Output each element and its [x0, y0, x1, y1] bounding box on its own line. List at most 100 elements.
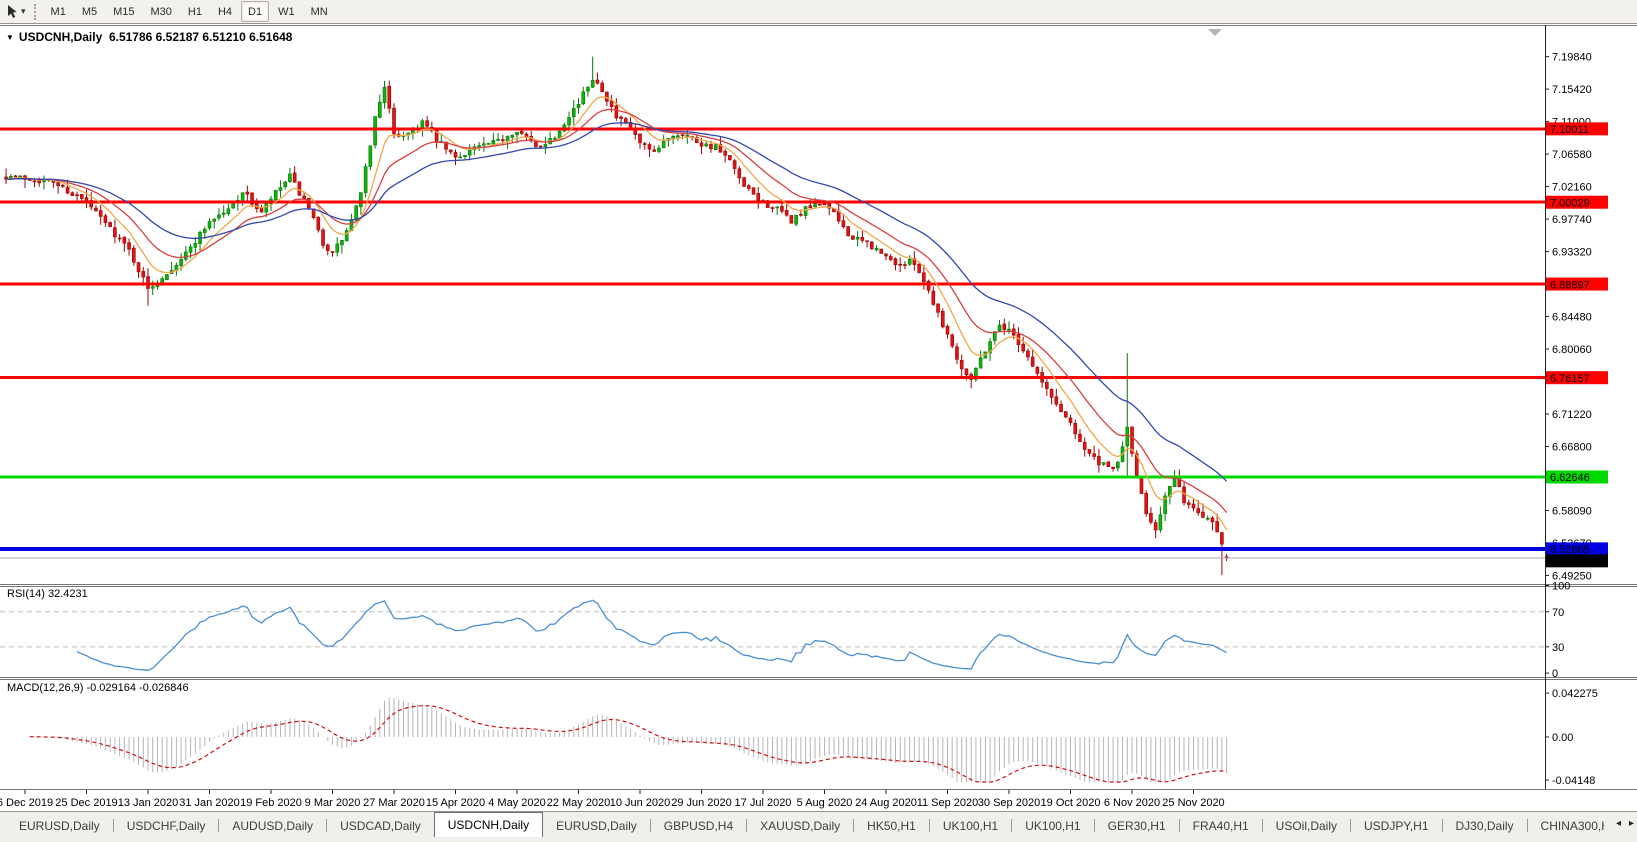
tab-dj30-daily[interactable]: DJ30,Daily [1443, 815, 1527, 837]
tab-xauusd-daily[interactable]: XAUUSD,Daily [747, 815, 853, 837]
date-tick-label: 24 Aug 2020 [855, 797, 917, 809]
price-tick-label: 7.19840 [1552, 52, 1592, 64]
date-tick-label: 22 May 2020 [547, 797, 611, 809]
cursor-tool-icon[interactable] [3, 3, 21, 21]
date-tick-label: 29 Jun 2020 [671, 797, 732, 809]
macd-tick-label: 0.00 [1552, 732, 1573, 744]
ma-fast-line [6, 97, 1227, 530]
price-tick-label: 6.58090 [1552, 505, 1592, 517]
tab-uk100-h1[interactable]: UK100,H1 [1012, 815, 1093, 837]
timeframe-button-m15[interactable]: M15 [106, 1, 141, 22]
date-tick-label: 17 Jul 2020 [735, 797, 792, 809]
chart-window[interactable]: 7.198407.154207.110007.065807.021606.977… [0, 25, 1637, 811]
price-tick-label: 6.97740 [1552, 214, 1592, 226]
tab-fra40-h1[interactable]: FRA40,H1 [1180, 815, 1262, 837]
tab-scroll-left-icon[interactable]: ◂ [1616, 818, 1621, 829]
rsi-tick-label: 0 [1552, 668, 1558, 680]
date-tick-label: 13 Jan 2020 [118, 797, 179, 809]
timeframe-button-m5[interactable]: M5 [75, 1, 104, 22]
date-tick-label: 6 Nov 2020 [1104, 797, 1160, 809]
date-tick-label: 31 Jan 2020 [179, 797, 240, 809]
price-level-label: 7.00029 [1550, 197, 1590, 209]
date-tick-label: 25 Nov 2020 [1162, 797, 1224, 809]
chart-symbol-period: USDCNH,Daily [19, 30, 102, 44]
tab-uk100-h1[interactable]: UK100,H1 [930, 815, 1011, 837]
tab-scroll-controls: ◂ ▸ [1610, 818, 1634, 829]
date-tick-label: 4 May 2020 [488, 797, 545, 809]
price-level-label: 7.10011 [1550, 124, 1589, 136]
macd-indicator-label: MACD(12,26,9) -0.029164 -0.026846 [7, 682, 189, 694]
date-tick-label: 5 Aug 2020 [797, 797, 853, 809]
autoscroll-marker-icon[interactable] [1208, 29, 1222, 36]
date-tick-label: 30 Sep 2020 [978, 797, 1040, 809]
macd-tick-label: 0.042275 [1552, 688, 1598, 700]
price-tick-label: 6.71220 [1552, 409, 1592, 421]
tab-ger30-h1[interactable]: GER30,H1 [1095, 815, 1179, 837]
rsi-tick-label: 100 [1552, 581, 1570, 593]
price-level-label: 6.88897 [1550, 279, 1590, 291]
tab-gbpusd-h4[interactable]: GBPUSD,H4 [651, 815, 746, 837]
rsi-indicator-label: RSI(14) 32.4231 [7, 588, 88, 600]
tab-usoil-daily[interactable]: USOil,Daily [1263, 815, 1350, 837]
timeframe-toolbar: ▾ M1M5M15M30H1H4D1W1MN [0, 0, 1637, 24]
price-tick-label: 6.84480 [1552, 312, 1592, 324]
macd-histogram [30, 698, 1227, 782]
date-tick-label: 6 Dec 2019 [0, 797, 53, 809]
date-tick-label: 19 Oct 2020 [1041, 797, 1101, 809]
macd-panel: 0.042275 0.00 -0.04148 [30, 688, 1598, 787]
price-tick-label: 6.93320 [1552, 247, 1592, 259]
price-tick-label: 7.15420 [1552, 84, 1592, 96]
current-price-label: 6.51648 [1550, 556, 1590, 568]
tab-china300-h1[interactable]: CHINA300,H1 [1528, 815, 1604, 837]
tab-usdchf-daily[interactable]: USDCHF,Daily [114, 815, 219, 837]
chart-ohlc-values: 6.51786 6.52187 6.51210 6.51648 [109, 30, 293, 44]
date-tick-label: 10 Jun 2020 [610, 797, 671, 809]
timeframe-button-d1[interactable]: D1 [241, 1, 269, 22]
price-axis: 7.198407.154207.110007.065807.021606.977… [1545, 52, 1608, 583]
price-tick-label: 7.02160 [1552, 182, 1592, 194]
ma-slow-line [6, 123, 1227, 482]
price-tick-label: 6.80060 [1552, 344, 1592, 356]
tab-usdcnh-daily[interactable]: USDCNH,Daily [434, 812, 543, 837]
timeframe-button-h4[interactable]: H4 [211, 1, 239, 22]
tab-usdjpy-h1[interactable]: USDJPY,H1 [1351, 815, 1441, 837]
rsi-tick-label: 70 [1552, 607, 1564, 619]
collapse-chart-icon[interactable]: ▼ [6, 33, 14, 42]
candles-layer [5, 57, 1229, 575]
timeframe-button-m1[interactable]: M1 [44, 1, 73, 22]
timeframe-button-mn[interactable]: MN [304, 1, 335, 22]
chart-title: ▼ USDCNH,Daily 6.51786 6.52187 6.51210 6.… [6, 30, 292, 44]
horizontal-lines-layer [0, 129, 1545, 549]
tab-audusd-daily[interactable]: AUDUSD,Daily [219, 815, 326, 837]
price-tick-label: 6.66800 [1552, 441, 1592, 453]
date-tick-label: 19 Feb 2020 [240, 797, 302, 809]
date-tick-label: 9 Mar 2020 [305, 797, 361, 809]
cursor-icon [5, 4, 19, 20]
date-tick-label: 25 Dec 2019 [55, 797, 117, 809]
timeframe-buttons: M1M5M15M30H1H4D1W1MN [43, 1, 336, 22]
price-level-label: 6.62646 [1550, 472, 1590, 484]
price-level-label: 6.76157 [1550, 373, 1590, 385]
macd-tick-label: -0.04148 [1552, 775, 1595, 787]
tab-scroll-right-icon[interactable]: ▸ [1629, 818, 1634, 829]
tab-eurusd-daily[interactable]: EURUSD,Daily [6, 815, 113, 837]
rsi-panel: 100 70 30 0 [0, 581, 1570, 681]
rsi-line [77, 600, 1227, 670]
date-tick-label: 11 Sep 2020 [917, 797, 979, 809]
price-level-label: 6.52865 [1550, 544, 1590, 556]
tab-usdcad-daily[interactable]: USDCAD,Daily [327, 815, 434, 837]
timeframe-button-h1[interactable]: H1 [181, 1, 209, 22]
toolbar-grip [34, 4, 36, 20]
tab-hk50-h1[interactable]: HK50,H1 [854, 815, 929, 837]
tab-eurusd-daily[interactable]: EURUSD,Daily [543, 815, 650, 837]
timeframe-button-m30[interactable]: M30 [144, 1, 179, 22]
date-tick-label: 15 Apr 2020 [426, 797, 485, 809]
price-tick-label: 7.06580 [1552, 149, 1592, 161]
ma-mid-line [6, 109, 1227, 512]
timeframe-button-w1[interactable]: W1 [271, 1, 302, 22]
rsi-tick-label: 30 [1552, 642, 1564, 654]
chart-tabs: EURUSD,DailyUSDCHF,DailyAUDUSD,DailyUSDC… [0, 812, 1604, 837]
cursor-tool-dropdown-icon[interactable]: ▾ [21, 6, 26, 17]
date-axis: 6 Dec 201925 Dec 201913 Jan 202031 Jan 2… [0, 790, 1225, 809]
price-chart[interactable]: 7.198407.154207.110007.065807.021606.977… [0, 25, 1637, 811]
